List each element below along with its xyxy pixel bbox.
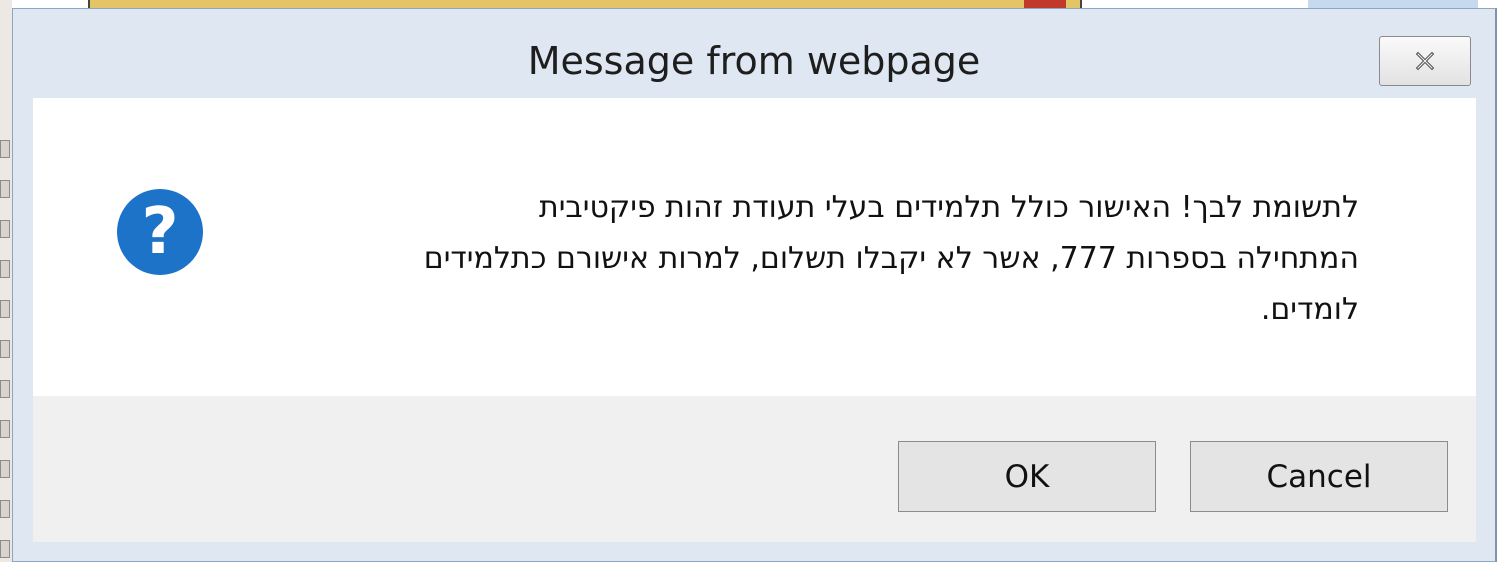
background-header-bar [88,0,1082,8]
screen: Message from webpage ? לתשומת לבך! האישו… [0,0,1499,562]
message-line: לומדים. [1260,292,1359,327]
background-cell [0,300,10,318]
ok-button[interactable]: OK [898,441,1156,512]
background-cell [0,260,10,278]
dialog-titlebar[interactable]: Message from webpage [13,9,1495,98]
background-page-strip [0,0,12,562]
dialog-title: Message from webpage [527,39,981,83]
dialog-message: לתשומת לבך! האישור כולל תלמידים בעלי תעו… [229,182,1359,335]
background-cell [0,460,10,478]
background-cell [0,500,10,518]
background-cell [0,340,10,358]
question-glyph: ? [141,195,179,269]
message-dialog: Message from webpage ? לתשומת לבך! האישו… [12,8,1497,562]
dialog-footer: OK Cancel [33,396,1476,542]
background-cell [0,420,10,438]
background-cell [0,380,10,398]
dialog-content: ? לתשומת לבך! האישור כולל תלמידים בעלי ת… [33,98,1476,396]
background-cell [0,540,10,558]
question-icon: ? [117,189,203,275]
background-cell [0,180,10,198]
close-x-icon [1415,51,1435,71]
message-line: לתשומת לבך! האישור כולל תלמידים בעלי תעו… [538,190,1359,225]
message-line: המתחילה בספרות 777, אשר לא יקבלו תשלום, … [423,241,1359,276]
background-header-accent [1024,0,1066,8]
background-header-right [1308,0,1478,8]
background-cell [0,140,10,158]
close-button[interactable] [1379,36,1471,86]
cancel-button[interactable]: Cancel [1190,441,1448,512]
background-cell [0,220,10,238]
